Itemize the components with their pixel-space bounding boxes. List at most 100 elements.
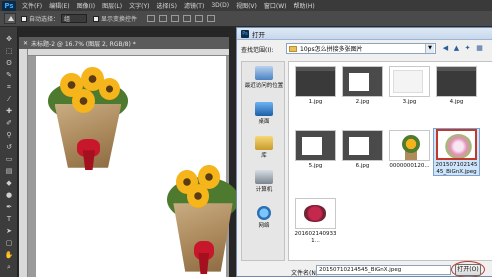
tools-panel: ✥ ⬚ ʘ ✎ ⌗ ⁄ ✚ ✐ ⚲ ↺ ▭ ▤ ◆ ● ✒ T ➤ ▢ ✋ ⌕ <box>0 27 18 277</box>
look-in-label: 查找范围(I): <box>241 47 274 54</box>
hand-tool-icon[interactable]: ✋ <box>4 251 14 259</box>
align-bottom-icon[interactable] <box>171 15 180 22</box>
close-icon[interactable]: ✕ <box>23 40 28 47</box>
network-icon <box>257 206 271 220</box>
file-item[interactable]: 2016021409331... <box>293 198 338 244</box>
healing-tool-icon[interactable]: ✚ <box>4 107 14 115</box>
file-name: 6.jpg <box>355 163 370 169</box>
file-list: 1.jpg 2.jpg 3.jpg 4.jpg 5.jpg 6.jpg 0000… <box>288 61 492 261</box>
document-tab[interactable]: ✕ 未标题-2 @ 16.7% (图层 2, RGB/8) * <box>19 37 229 49</box>
place-label: 计算机 <box>255 187 273 193</box>
document-canvas[interactable] <box>36 56 239 277</box>
menu-help[interactable]: 帮助(H) <box>294 1 315 10</box>
file-name: 5.jpg <box>308 163 323 169</box>
open-button[interactable]: 打开(O)▼ <box>455 264 481 276</box>
show-transform-label: 显示变换控件 <box>101 16 138 23</box>
view-menu-icon[interactable]: ▦ <box>475 44 484 53</box>
eyedropper-tool-icon[interactable]: ⁄ <box>4 95 14 103</box>
new-folder-icon[interactable]: ✦ <box>463 44 472 53</box>
place-library[interactable]: 库 <box>242 136 286 159</box>
menu-bar: Ps 文件(F) 编辑(E) 图像(I) 图层(L) 文字(Y) 选择(S) 滤… <box>0 0 492 11</box>
pen-tool-icon[interactable]: ✒ <box>4 203 14 211</box>
auto-select-dropdown[interactable]: 组 <box>61 14 88 23</box>
align-middle-icon[interactable] <box>159 15 168 22</box>
options-bar: 自动选择： 组 显示变换控件 <box>0 11 492 27</box>
vertical-ruler <box>19 49 28 277</box>
file-thumbnail <box>342 66 383 97</box>
zoom-tool-icon[interactable]: ⌕ <box>4 263 14 271</box>
quick-select-tool-icon[interactable]: ✎ <box>4 71 14 79</box>
file-thumbnail <box>436 66 477 97</box>
show-transform-checkbox[interactable] <box>93 15 100 22</box>
file-item[interactable]: 6.jpg <box>340 130 385 170</box>
file-thumbnail <box>295 198 336 229</box>
marquee-tool-icon[interactable]: ⬚ <box>4 47 14 55</box>
document-tab-label: 未标题-2 @ 16.7% (图层 2, RGB/8) * <box>31 40 136 48</box>
menu-type[interactable]: 文字(Y) <box>129 1 149 10</box>
file-name: 0000000120... <box>389 163 430 169</box>
crop-tool-icon[interactable]: ⌗ <box>4 83 14 91</box>
file-item-selected[interactable]: 20150710214545_BiGnX.jpeg <box>433 128 480 176</box>
sunflower <box>187 184 210 208</box>
eraser-tool-icon[interactable]: ▭ <box>4 155 14 163</box>
menu-filter[interactable]: 滤镜(T) <box>184 1 204 10</box>
filename-input[interactable]: 20150710214545_BiGnX.jpeg <box>316 265 451 275</box>
menu-select[interactable]: 选择(S) <box>156 1 177 10</box>
file-thumbnail <box>342 130 383 161</box>
place-network[interactable]: 网络 <box>242 206 286 229</box>
recent-places-icon <box>255 66 273 80</box>
file-name: 20150710214545_BiGnX.jpeg <box>435 162 478 175</box>
align-center-icon[interactable] <box>195 15 204 22</box>
file-item[interactable]: 3.jpg <box>387 66 432 106</box>
menu-window[interactable]: 窗口(W) <box>264 1 287 10</box>
align-icons <box>147 15 216 22</box>
chevron-down-icon[interactable]: ▼ <box>425 44 434 53</box>
dialog-title-bar: Ps 打开 <box>237 28 492 40</box>
up-folder-icon[interactable]: ▲ <box>452 44 461 53</box>
brush-tool-icon[interactable]: ✐ <box>4 119 14 127</box>
file-item[interactable]: 0000000120... <box>387 130 432 170</box>
place-recent[interactable]: 最近访问的位置 <box>242 66 286 89</box>
desktop-icon <box>255 102 273 116</box>
path-select-tool-icon[interactable]: ➤ <box>4 227 14 235</box>
look-in-dropdown[interactable]: 10ps怎么拼接多张图片 ▼ <box>286 43 436 54</box>
align-right-icon[interactable] <box>207 15 216 22</box>
menu-edit[interactable]: 编辑(E) <box>49 1 69 10</box>
bouquet-image-2[interactable] <box>164 156 242 274</box>
dodge-tool-icon[interactable]: ● <box>4 191 14 199</box>
file-item[interactable]: 1.jpg <box>293 66 338 106</box>
place-desktop[interactable]: 桌面 <box>242 102 286 125</box>
computer-icon <box>255 170 273 184</box>
menu-image[interactable]: 图像(I) <box>77 1 95 10</box>
file-item[interactable]: 4.jpg <box>434 66 479 106</box>
place-computer[interactable]: 计算机 <box>242 170 286 193</box>
menu-3d[interactable]: 3D(D) <box>211 2 229 9</box>
file-thumbnail <box>295 130 336 161</box>
file-name: 2016021409331... <box>294 231 337 244</box>
bouquet-image-1[interactable] <box>44 60 132 170</box>
move-tool-icon[interactable] <box>4 13 16 24</box>
file-thumbnail <box>389 66 430 97</box>
photoshop-logo: Ps <box>2 0 16 11</box>
auto-select-checkbox[interactable] <box>21 15 27 22</box>
type-tool-icon[interactable]: T <box>4 215 14 223</box>
menu-view[interactable]: 视图(V) <box>236 1 257 10</box>
gradient-tool-icon[interactable]: ▤ <box>4 167 14 175</box>
back-icon[interactable]: ◀ <box>441 44 450 53</box>
shape-tool-icon[interactable]: ▢ <box>4 239 14 247</box>
menu-layer[interactable]: 图层(L) <box>102 1 122 10</box>
current-folder: 10ps怎么拼接多张图片 <box>300 46 363 53</box>
stamp-tool-icon[interactable]: ⚲ <box>4 131 14 139</box>
folder-icon <box>289 45 297 52</box>
menu-file[interactable]: 文件(F) <box>22 1 42 10</box>
align-left-icon[interactable] <box>183 15 192 22</box>
move-tool-icon[interactable]: ✥ <box>4 35 14 43</box>
blur-tool-icon[interactable]: ◆ <box>4 179 14 187</box>
file-item[interactable]: 5.jpg <box>293 130 338 170</box>
align-top-icon[interactable] <box>147 15 156 22</box>
lasso-tool-icon[interactable]: ʘ <box>4 59 14 67</box>
history-brush-icon[interactable]: ↺ <box>4 143 14 151</box>
file-item[interactable]: 2.jpg <box>340 66 385 106</box>
place-label: 库 <box>261 153 267 159</box>
place-label: 网络 <box>258 223 270 229</box>
